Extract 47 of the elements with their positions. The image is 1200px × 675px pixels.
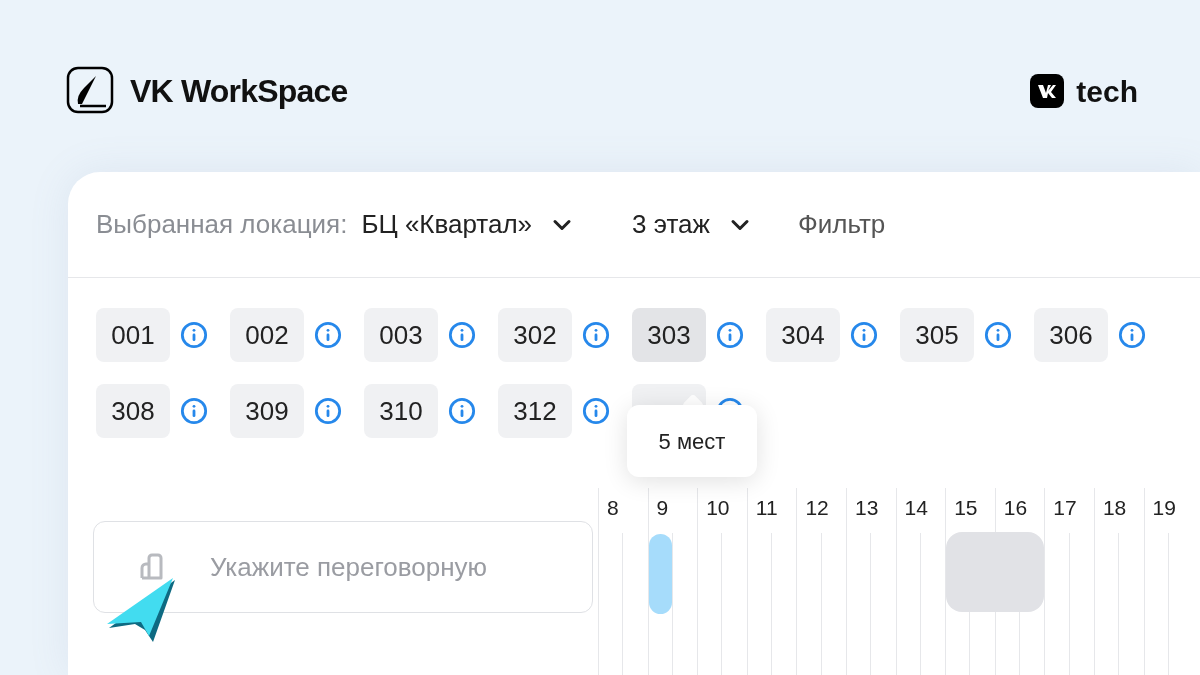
info-icon[interactable] — [716, 321, 744, 349]
location-dropdown[interactable]: БЦ «Квартал» — [361, 205, 577, 244]
hour-label: 18 — [1101, 495, 1128, 521]
vk-logo-icon — [1030, 74, 1065, 108]
hour-label: 10 — [705, 495, 731, 521]
room-chip[interactable]: 304 — [766, 308, 840, 362]
room-chip[interactable]: 302 — [498, 308, 572, 362]
info-icon[interactable] — [314, 397, 342, 425]
room-chip[interactable]: 312 — [498, 384, 572, 438]
hour-label: 14 — [903, 495, 929, 521]
info-icon[interactable] — [984, 321, 1012, 349]
info-icon[interactable] — [314, 321, 342, 349]
room-chip[interactable]: 306 — [1034, 308, 1108, 362]
room-chip[interactable]: 001 — [96, 308, 170, 362]
hour-label: 12 — [804, 495, 830, 521]
info-icon[interactable] — [582, 321, 610, 349]
hour-label: 8 — [606, 495, 620, 521]
hour-label: 17 — [1052, 495, 1078, 521]
hour-label: 19 — [1151, 495, 1177, 521]
info-icon[interactable] — [180, 397, 208, 425]
hour-label: 11 — [754, 495, 779, 521]
tooltip: 5 мест — [627, 405, 757, 477]
hour-label: 15 — [953, 495, 979, 521]
room-chip[interactable]: 308 — [96, 384, 170, 438]
room-chip[interactable]: 003 — [364, 308, 438, 362]
room-chip[interactable]: 305 — [900, 308, 974, 362]
logo-icon — [66, 66, 114, 116]
info-icon[interactable] — [582, 397, 610, 425]
floor-dropdown[interactable]: 3 этаж — [632, 205, 754, 244]
room-chip[interactable]: 002 — [230, 308, 304, 362]
room-chip[interactable]: 310 — [364, 384, 438, 438]
room-chip[interactable]: 303 — [632, 308, 706, 362]
info-icon[interactable] — [1118, 321, 1146, 349]
product-name: VK WorkSpace — [130, 72, 348, 111]
info-icon[interactable] — [448, 397, 476, 425]
hour-label: 9 — [655, 495, 670, 521]
info-icon[interactable] — [850, 321, 878, 349]
room-field[interactable]: Укажите переговорную — [93, 521, 593, 613]
hour-label: 13 — [853, 495, 880, 521]
filter-button[interactable]: Фильтр — [797, 205, 886, 244]
room-input[interactable]: Укажите переговорную — [210, 547, 590, 587]
info-icon[interactable] — [180, 321, 208, 349]
partner-name: tech — [1076, 73, 1138, 110]
hour-label: 16 — [1002, 495, 1029, 521]
location-label: Выбранная локация: — [96, 208, 348, 241]
room-chip[interactable]: 309 — [230, 384, 304, 438]
info-icon[interactable] — [448, 321, 476, 349]
